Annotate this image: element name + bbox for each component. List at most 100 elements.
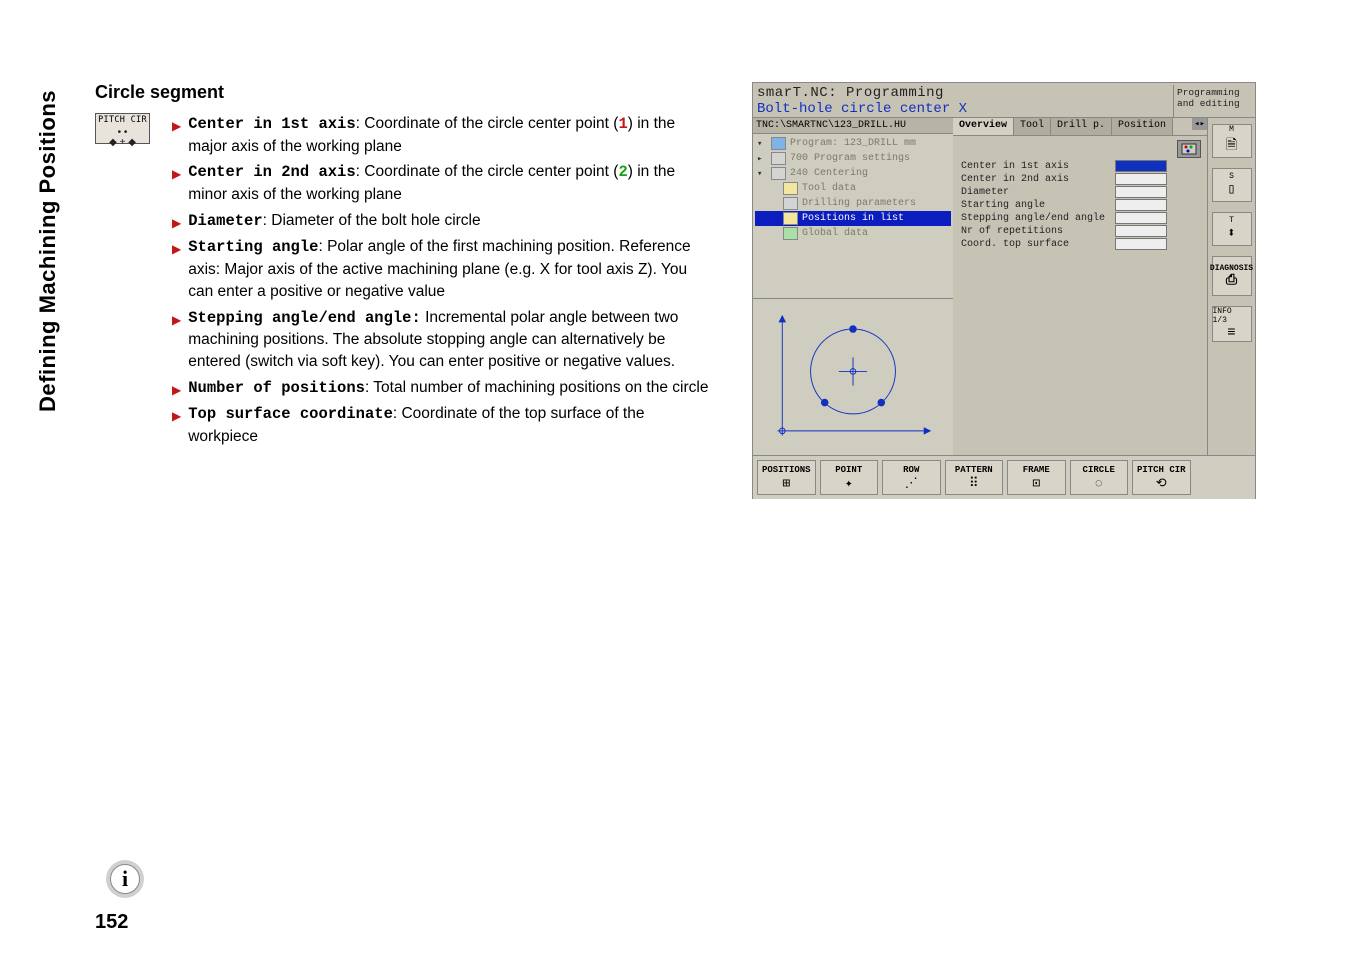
tree-row[interactable]: ▾ 240 Centering xyxy=(755,166,951,181)
form-input[interactable] xyxy=(1115,173,1167,185)
softkey-icon: ✦ xyxy=(845,476,853,491)
tree-row[interactable]: ▾Program: 123_DRILL mm xyxy=(755,136,951,151)
button-label: T xyxy=(1229,216,1234,225)
palette-button[interactable] xyxy=(1177,140,1201,158)
softkey-icon: ⊞ xyxy=(782,476,790,491)
bullet-text: Diameter: Diameter of the bolt hole circ… xyxy=(188,210,715,233)
right-button[interactable]: INFO 1/3≡ xyxy=(1212,306,1252,342)
bullet-item: ▶ Stepping angle/end angle: Incremental p… xyxy=(172,307,715,373)
button-icon: ⬍ xyxy=(1227,225,1235,242)
expand-icon[interactable]: ▾ xyxy=(757,139,767,149)
button-icon: 🗎 xyxy=(1226,134,1237,158)
form-label: Center in 2nd axis xyxy=(961,174,1111,185)
right-button-column: M🗎 S▯ T⬍ DIAGNOSIS⎙ INFO 1/3≡ xyxy=(1207,118,1255,455)
right-button[interactable]: T⬍ xyxy=(1212,212,1252,246)
triangle-icon: ▶ xyxy=(172,166,181,183)
tab-row: OverviewToolDrill p.Position ◂▸ xyxy=(953,118,1207,136)
tab-scroll-icon[interactable]: ◂▸ xyxy=(1192,118,1207,130)
tree-label: 240 Centering xyxy=(790,168,868,179)
softkey-pitch-cir[interactable]: PITCH CIR⟲ xyxy=(1132,460,1191,495)
right-button[interactable]: DIAGNOSIS⎙ xyxy=(1212,256,1252,296)
bullet-text: Starting angle: Polar angle of the first… xyxy=(188,236,715,302)
tree-row[interactable]: Global data xyxy=(755,226,951,241)
cnc-title: smarT.NC: Programming xyxy=(757,85,967,101)
softkey-label: POSITIONS xyxy=(762,465,811,475)
tree-row[interactable]: Positions in list xyxy=(755,211,951,226)
triangle-icon: ▶ xyxy=(172,118,181,135)
form-input[interactable] xyxy=(1115,238,1167,250)
right-button[interactable]: S▯ xyxy=(1212,168,1252,202)
bullet-text: Top surface coordinate: Coordinate of th… xyxy=(188,403,715,447)
bullet-item: ▶ Center in 2nd axis: Coordinate of the c… xyxy=(172,161,715,205)
form-row: Center in 1st axis xyxy=(961,160,1199,172)
form-row: Nr of repetitions xyxy=(961,225,1199,237)
bullet-item: ▶Number of positions: Total number of ma… xyxy=(172,377,715,400)
softkey-pitch-cir: PITCH CIR • •◆ + ◆ xyxy=(95,113,150,144)
form-label: Center in 1st axis xyxy=(961,161,1111,172)
softkey-circle[interactable]: CIRCLE◌ xyxy=(1070,460,1129,495)
tree-node-icon xyxy=(783,197,798,210)
tree-node-icon xyxy=(783,212,798,225)
preview-graphic xyxy=(753,299,953,455)
softkey-label: ROW xyxy=(903,465,919,475)
cnc-header: smarT.NC: Programming Bolt-hole circle c… xyxy=(753,83,1255,117)
pitch-cir-icon: • •◆ + ◆ xyxy=(96,128,149,148)
softkey-icon: ◌ xyxy=(1095,476,1103,491)
form-row: Coord. top surface xyxy=(961,238,1199,250)
form-input[interactable] xyxy=(1115,212,1167,224)
bullet-list: ▶ Center in 1st axis: Coordinate of the c… xyxy=(172,113,715,452)
bullet-text: Center in 1st axis: Coordinate of the ci… xyxy=(188,113,715,157)
triangle-icon: ▶ xyxy=(172,241,181,258)
page-number: 152 xyxy=(95,911,128,934)
tab-position[interactable]: Position xyxy=(1112,118,1173,135)
form-pane: Center in 1st axis Center in 2nd axis Diam… xyxy=(953,136,1207,455)
expand-icon[interactable]: ▾ xyxy=(757,169,767,179)
triangle-icon: ▶ xyxy=(172,408,181,425)
triangle-icon: ▶ xyxy=(172,382,181,399)
program-tree[interactable]: ▾Program: 123_DRILL mm ▸ 700 Program setti… xyxy=(753,134,953,299)
tree-node-icon xyxy=(783,227,798,240)
triangle-icon: ▶ xyxy=(172,215,181,232)
softkey-point[interactable]: POINT✦ xyxy=(820,460,879,495)
bullet-text: Stepping angle/end angle: Incremental po… xyxy=(188,307,715,373)
info-icon: i xyxy=(110,864,140,894)
form-input[interactable] xyxy=(1115,225,1167,237)
softkey-row[interactable]: ROW⋰ xyxy=(882,460,941,495)
form-input[interactable] xyxy=(1115,199,1167,211)
cnc-screenshot: smarT.NC: Programming Bolt-hole circle c… xyxy=(752,82,1256,499)
tree-label: Positions in list xyxy=(802,213,904,224)
softkey-label: FRAME xyxy=(1023,465,1050,475)
expand-icon[interactable]: ▸ xyxy=(757,154,767,164)
tree-label: Drilling parameters xyxy=(802,198,916,209)
right-button[interactable]: M🗎 xyxy=(1212,124,1252,158)
form-input[interactable] xyxy=(1115,186,1167,198)
form-row: Starting angle xyxy=(961,199,1199,211)
tree-label: Tool data xyxy=(802,183,856,194)
tree-row[interactable]: Tool data xyxy=(755,181,951,196)
tab-drill-p-[interactable]: Drill p. xyxy=(1051,118,1112,135)
triangle-icon: ▶ xyxy=(172,312,181,329)
tab-tool[interactable]: Tool xyxy=(1014,118,1051,135)
form-row: Center in 2nd axis xyxy=(961,173,1199,185)
bullet-item: ▶ Center in 1st axis: Coordinate of the c… xyxy=(172,113,715,157)
softkey-positions[interactable]: POSITIONS⊞ xyxy=(757,460,816,495)
softkey-frame[interactable]: FRAME⊡ xyxy=(1007,460,1066,495)
softkey-icon: ⟲ xyxy=(1156,476,1167,491)
side-heading: Defining Machining Positions xyxy=(35,90,61,412)
form-label: Stepping angle/end angle xyxy=(961,213,1111,224)
form-label: Starting angle xyxy=(961,200,1111,211)
tab-overview[interactable]: Overview xyxy=(953,118,1014,135)
bullet-item: ▶ Diameter: Diameter of the bolt hole cir… xyxy=(172,210,715,233)
form-label: Diameter xyxy=(961,187,1111,198)
softkey-pattern[interactable]: PATTERN⠿ xyxy=(945,460,1004,495)
tree-label: 700 Program settings xyxy=(790,153,910,164)
softkey-label: CIRCLE xyxy=(1083,465,1115,475)
softkey-label: PATTERN xyxy=(955,465,993,475)
softkey-label: PITCH CIR xyxy=(96,115,149,125)
tree-row[interactable]: ▸ 700 Program settings xyxy=(755,151,951,166)
tree-row[interactable]: Drilling parameters xyxy=(755,196,951,211)
form-input[interactable] xyxy=(1115,160,1167,172)
tree-node-icon xyxy=(771,152,786,165)
section-title: Circle segment xyxy=(95,82,715,103)
bullet-text: Center in 2nd axis: Coordinate of the ci… xyxy=(188,161,715,205)
